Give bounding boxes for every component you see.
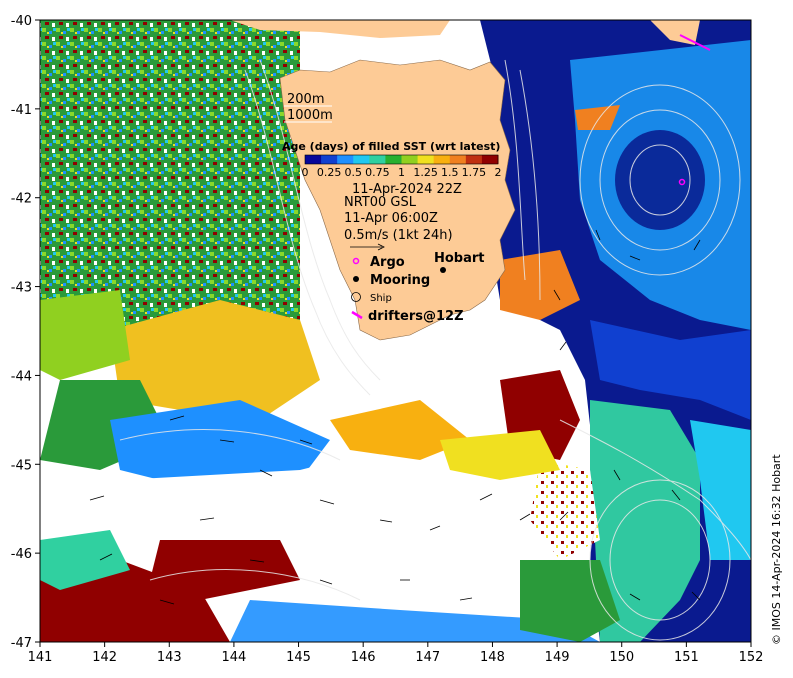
credit-label: © IMOS 14-Apr-2024 16:32 Hobart (770, 454, 783, 645)
hobart-marker-icon (440, 267, 446, 273)
colorbar-tick-label: 0.75 (365, 166, 390, 179)
velocity-scale-label: 0.5m/s (1kt 24h) (344, 228, 453, 243)
y-tick-label: -43 (11, 281, 32, 296)
colorbar-swatch (449, 155, 467, 164)
colorbar-tick-label: 1.25 (413, 166, 438, 179)
colorbar-tick-label: 1.5 (441, 166, 459, 179)
y-tick-label: -46 (11, 547, 32, 562)
colorbar-title: Age (days) of filled SST (wrt latest) (282, 140, 500, 153)
y-tick-label: -45 (11, 458, 32, 473)
colorbar-swatch (417, 155, 435, 164)
legend-drifters: drifters@12Z (368, 309, 464, 324)
legend-argo: Argo (370, 255, 405, 270)
place-label-hobart: Hobart (434, 251, 485, 266)
colorbar-swatch (321, 155, 338, 164)
x-tick-label: 150 (609, 650, 634, 665)
x-tick-label: 143 (157, 650, 182, 665)
colorbar-tick-label: 0 (302, 166, 309, 179)
colorbar-swatch (337, 155, 354, 164)
x-tick-label: 142 (92, 650, 117, 665)
colorbar-tick-label: 1 (398, 166, 405, 179)
y-tick-label: -47 (11, 636, 32, 651)
x-tick-label: 146 (351, 650, 376, 665)
x-tick-label: 145 (286, 650, 311, 665)
legend-ship: Ship (370, 293, 392, 304)
y-axis: -40 -41 -42 -43 -44 -45 -46 -47 (11, 14, 40, 651)
y-tick-label: -44 (11, 369, 32, 384)
colorbar-swatch (465, 155, 483, 164)
y-tick-label: -42 (11, 192, 32, 207)
colorbar-swatch (305, 155, 322, 164)
x-tick-label: 151 (674, 650, 699, 665)
x-tick-label: 152 (739, 650, 764, 665)
map-field (40, 20, 751, 642)
colorbar-swatch (481, 155, 499, 164)
contour-label-200m: 200m (287, 92, 324, 107)
colorbar-tick-label: 2 (495, 166, 502, 179)
colorbar-ticks: 0 0.25 0.5 0.75 1 1.25 1.5 1.75 2 (302, 166, 502, 179)
colorbar-tick-label: 0.25 (317, 166, 342, 179)
colorbar-swatch (369, 155, 386, 164)
legend-mooring: Mooring (370, 273, 430, 288)
colorbar-swatch (433, 155, 451, 164)
x-tick-label: 148 (480, 650, 505, 665)
colorbar-swatch (401, 155, 419, 164)
product-label: NRT00 GSL (344, 195, 417, 210)
colorbar-tick-label: 0.5 (345, 166, 363, 179)
x-tick-label: 149 (545, 650, 570, 665)
y-tick-label: -40 (11, 14, 32, 29)
x-tick-label: 144 (221, 650, 246, 665)
current-time-label: 11-Apr 06:00Z (344, 211, 438, 226)
colorbar-tick-label: 1.75 (462, 166, 487, 179)
colorbar-swatch (353, 155, 370, 164)
x-axis: 141 142 143 144 145 146 147 148 149 150 151 152 (28, 642, 764, 665)
sst-age-map: 141 142 143 144 145 146 147 148 149 150 151 152 -40… (11, 14, 764, 665)
colorbar (304, 154, 499, 165)
contour-label-1000m: 1000m (287, 108, 333, 123)
x-tick-label: 147 (415, 650, 440, 665)
x-tick-label: 141 (28, 650, 53, 665)
mooring-marker-icon (353, 276, 359, 282)
colorbar-swatch (385, 155, 402, 164)
y-tick-label: -41 (11, 103, 32, 118)
